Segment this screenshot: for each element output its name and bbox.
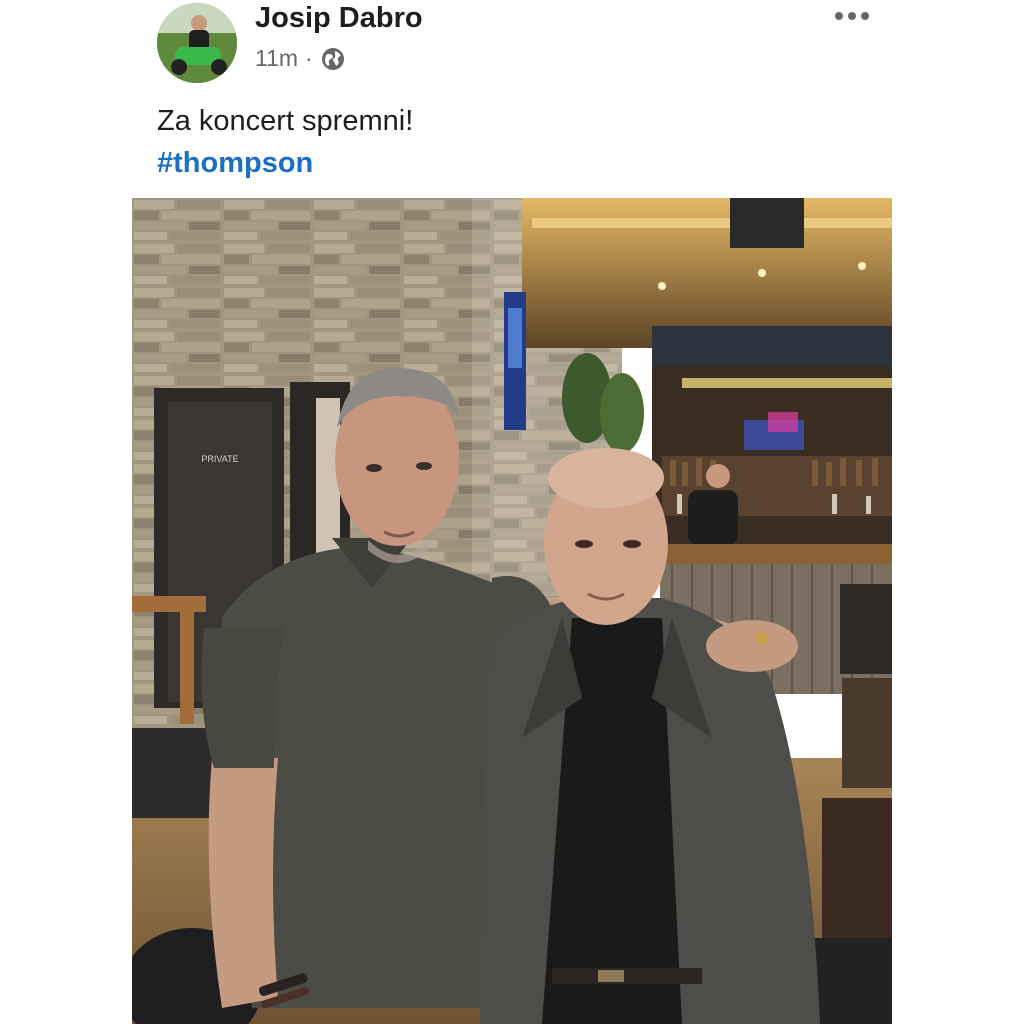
- meta-separator: ·: [305, 45, 313, 71]
- post-photo[interactable]: PRIVATE: [132, 198, 892, 1024]
- more-options-button[interactable]: [826, 2, 878, 30]
- hashtag-link[interactable]: #thompson: [157, 142, 413, 184]
- door-sign-text: PRIVATE: [201, 454, 238, 464]
- author-name[interactable]: Josip Dabro: [255, 2, 423, 35]
- globe-icon[interactable]: [320, 46, 346, 72]
- facebook-post: Josip Dabro 11m · Za koncert spremni! #t…: [0, 0, 1024, 1024]
- post-text: Za koncert spremni! #thompson: [157, 100, 413, 184]
- author-avatar[interactable]: [157, 3, 237, 83]
- post-time[interactable]: 11m: [255, 45, 298, 72]
- post-caption: Za koncert spremni!: [157, 105, 414, 137]
- more-horizontal-icon: [835, 12, 869, 20]
- post-meta: 11m ·: [255, 45, 346, 72]
